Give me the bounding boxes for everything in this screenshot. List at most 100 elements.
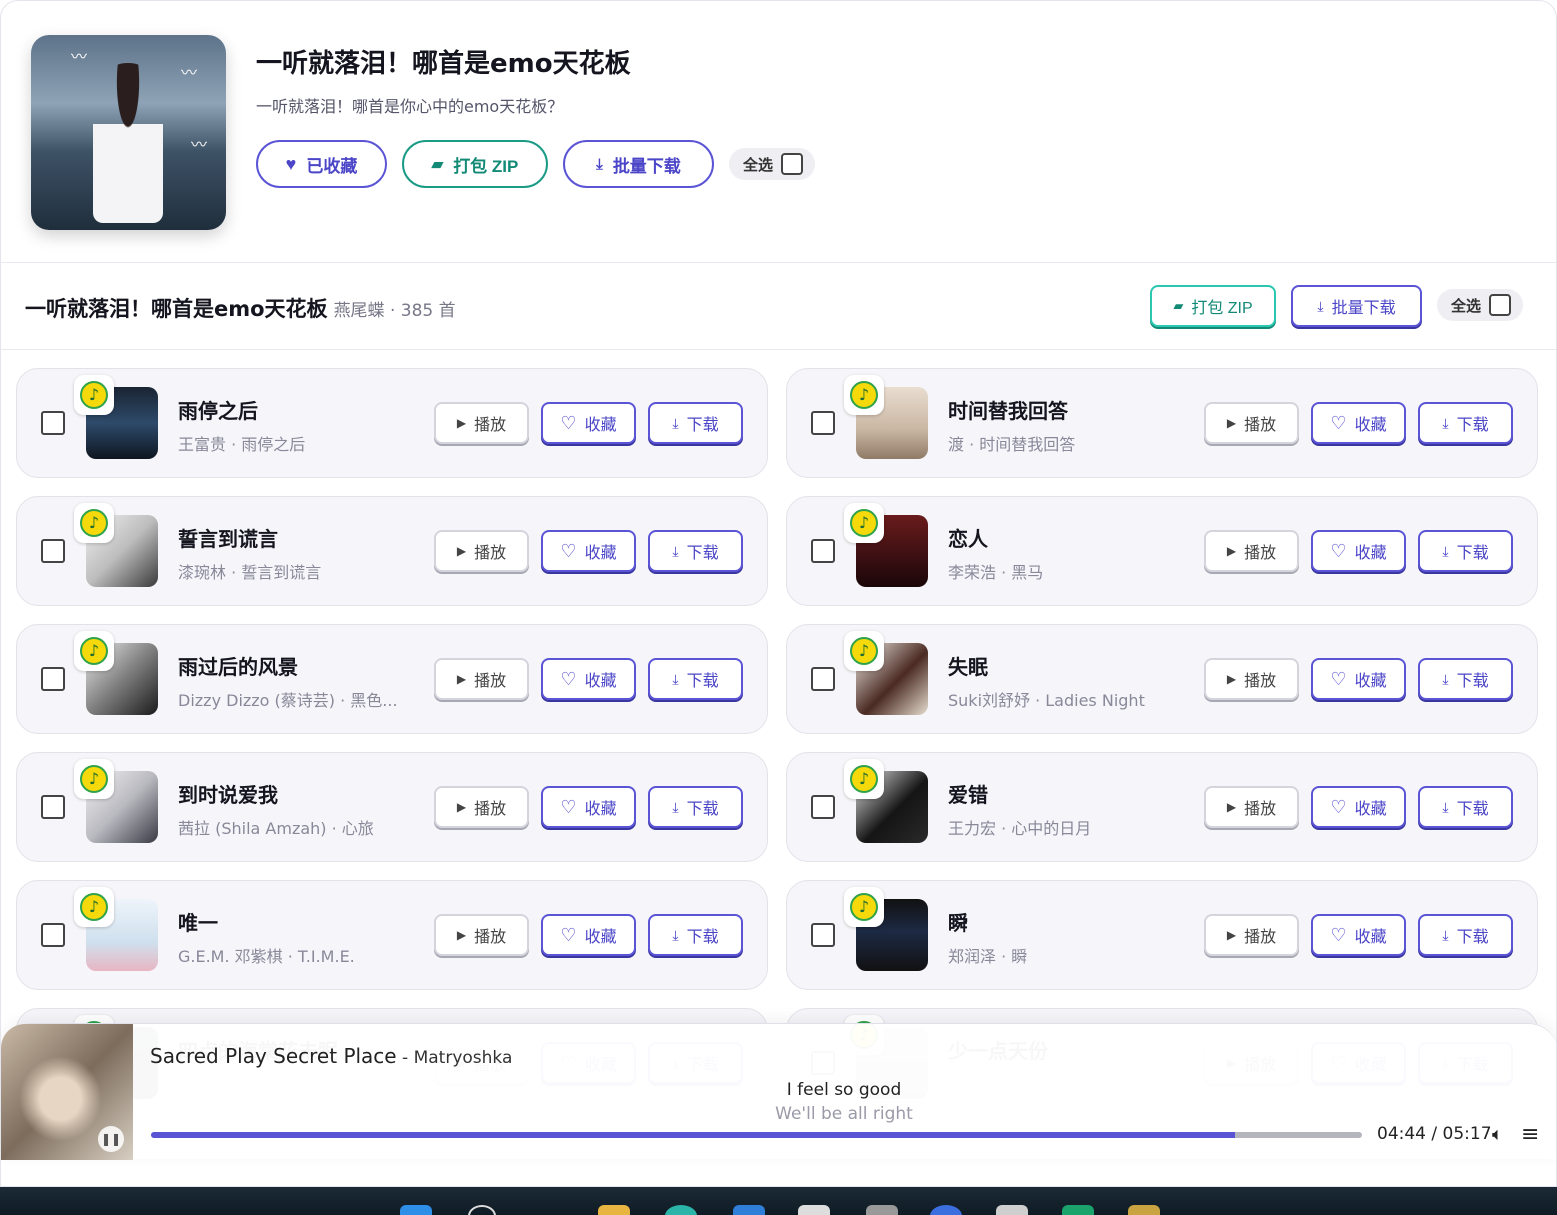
favorite-button[interactable]: ♡ 收藏: [1311, 914, 1406, 956]
play-icon: ▶: [1226, 544, 1237, 558]
playlist-menu-icon[interactable]: ≡: [1521, 1122, 1539, 1147]
section-batch-download-button[interactable]: ⤓ 批量下载: [1291, 285, 1422, 327]
play-button[interactable]: ▶ 播放: [434, 914, 529, 956]
file-explorer-icon[interactable]: [598, 1205, 630, 1215]
volume-icon[interactable]: 🔈︎: [1492, 1124, 1503, 1145]
song-card[interactable]: ♪ 失眠 Suki刘舒妤 · Ladies Night ▶ 播放 ♡ 收藏 ⤓ 下载: [786, 624, 1538, 734]
play-icon: ▶: [1226, 672, 1237, 686]
heart-outline-icon: ♡: [560, 668, 577, 689]
play-button[interactable]: ▶ 播放: [1204, 402, 1299, 444]
play-button[interactable]: ▶ 播放: [1204, 786, 1299, 828]
play-label: 播放: [1244, 929, 1277, 946]
song-card[interactable]: ♪ 雨过后的风景 Dizzy Dizzo (蔡诗芸) · 黑色... ▶ 播放 ♡ 收藏 ⤓ 下…: [16, 624, 768, 734]
song-checkbox[interactable]: [41, 539, 65, 563]
song-title: 时间替我回答: [948, 399, 1068, 423]
song-checkbox[interactable]: [811, 795, 835, 819]
batch-download-button[interactable]: ⤓ 批量下载: [563, 140, 714, 188]
favorite-button[interactable]: ♡ 收藏: [541, 786, 636, 828]
song-checkbox[interactable]: [811, 539, 835, 563]
song-title: 失眠: [948, 655, 988, 679]
play-button[interactable]: ▶ 播放: [434, 402, 529, 444]
download-button[interactable]: ⤓ 下载: [648, 530, 743, 572]
song-checkbox[interactable]: [41, 411, 65, 435]
heart-icon: ♥: [285, 153, 297, 174]
windows-start-icon[interactable]: [400, 1205, 432, 1215]
download-button[interactable]: ⤓ 下载: [648, 914, 743, 956]
song-card[interactable]: ♪ 雨停之后 王富贵 · 雨停之后 ▶ 播放 ♡ 收藏 ⤓ 下载: [16, 368, 768, 478]
download-button[interactable]: ⤓ 下载: [648, 402, 743, 444]
favorite-button[interactable]: ♡ 收藏: [541, 914, 636, 956]
song-checkbox[interactable]: [811, 667, 835, 691]
play-icon: ▶: [456, 672, 467, 686]
pause-icon[interactable]: ❚❚: [98, 1126, 124, 1152]
download-button[interactable]: ⤓ 下载: [1418, 658, 1513, 700]
song-title: 雨过后的风景: [178, 655, 298, 679]
download-button[interactable]: ⤓ 下载: [648, 786, 743, 828]
app-icon[interactable]: [996, 1205, 1028, 1215]
progress-bar[interactable]: [151, 1132, 1362, 1138]
select-all-checkbox[interactable]: [781, 153, 804, 175]
favorite-button[interactable]: ♡ 收藏: [541, 402, 636, 444]
app-icon[interactable]: [930, 1205, 962, 1215]
app-window: 〰 〰 〰 一听就落泪！哪首是emo天花板 一听就落泪！哪首是你心中的emo天花…: [0, 0, 1557, 1187]
song-card[interactable]: ♪ 瞬郑润泽 · 瞬 ▶ 播放 ♡ 收藏 ⤓ 下载: [786, 880, 1538, 990]
song-card[interactable]: ♪ 誓言到谎言 漆琬林 · 誓言到谎言 ▶ 播放 ♡ 收藏 ⤓ 下载: [16, 496, 768, 606]
favorite-button[interactable]: ♡ 收藏: [1311, 658, 1406, 700]
favorited-button[interactable]: ♥ 已收藏: [256, 140, 387, 188]
song-artist-album: Suki刘舒妤 · Ladies Night: [948, 691, 1145, 710]
app-icon[interactable]: [1062, 1205, 1094, 1215]
favorite-button[interactable]: ♡ 收藏: [1311, 530, 1406, 572]
favorite-label: 收藏: [584, 929, 617, 946]
download-label: 下载: [686, 417, 719, 434]
favorite-button[interactable]: ♡ 收藏: [541, 658, 636, 700]
song-checkbox[interactable]: [811, 411, 835, 435]
zip-button[interactable]: ▰ 打包 ZIP: [402, 140, 548, 188]
store-icon[interactable]: [733, 1205, 765, 1215]
search-icon[interactable]: [468, 1205, 496, 1215]
download-icon: ⤓: [672, 926, 679, 943]
qq-music-icon: ♪: [74, 631, 114, 671]
qq-music-icon: ♪: [74, 887, 114, 927]
play-label: 播放: [1244, 545, 1277, 562]
song-checkbox[interactable]: [41, 667, 65, 691]
heart-outline-icon: ♡: [560, 924, 577, 945]
section-select-all-checkbox[interactable]: [1489, 294, 1512, 316]
app-icon[interactable]: [866, 1205, 898, 1215]
app-icon[interactable]: [1128, 1205, 1160, 1215]
play-button[interactable]: ▶ 播放: [1204, 914, 1299, 956]
song-card[interactable]: ♪ 到时说爱我 茜拉 (Shila Amzah) · 心旅 ▶ 播放 ♡ 收藏 ⤓ 下载: [16, 752, 768, 862]
play-button[interactable]: ▶ 播放: [434, 658, 529, 700]
song-checkbox[interactable]: [41, 795, 65, 819]
song-checkbox[interactable]: [41, 923, 65, 947]
favorite-button[interactable]: ♡ 收藏: [1311, 786, 1406, 828]
download-button[interactable]: ⤓ 下载: [1418, 530, 1513, 572]
batch-download-label: 批量下载: [612, 156, 681, 176]
song-card[interactable]: ♪ 爱错 王力宏 · 心中的日月 ▶ 播放 ♡ 收藏 ⤓ 下载: [786, 752, 1538, 862]
download-button[interactable]: ⤓ 下载: [1418, 786, 1513, 828]
qq-music-icon: ♪: [74, 503, 114, 543]
song-artist-album: 王富贵 · 雨停之后: [178, 435, 306, 454]
song-card[interactable]: ♪ 时间替我回答渡 · 时间替我回答 ▶ 播放 ♡ 收藏 ⤓ 下载: [786, 368, 1538, 478]
play-label: 播放: [474, 417, 507, 434]
download-button[interactable]: ⤓ 下载: [648, 658, 743, 700]
select-all-toggle[interactable]: 全选: [729, 148, 816, 180]
song-card[interactable]: ♪ 唯一 G.E.M. 邓紫棋 · T.I.M.E. ▶ 播放 ♡ 收藏 ⤓ 下载: [16, 880, 768, 990]
play-button[interactable]: ▶ 播放: [1204, 530, 1299, 572]
section-zip-button[interactable]: ▰ 打包 ZIP: [1150, 285, 1276, 327]
song-checkbox[interactable]: [811, 923, 835, 947]
play-button[interactable]: ▶ 播放: [434, 786, 529, 828]
song-title: 誓言到谎言: [178, 527, 278, 551]
download-label: 下载: [1456, 929, 1489, 946]
song-artist-album: 茜拉 (Shila Amzah) · 心旅: [178, 819, 374, 838]
play-button[interactable]: ▶ 播放: [1204, 658, 1299, 700]
song-card[interactable]: ♪ 恋人 李荣浩 · 黑马 ▶ 播放 ♡ 收藏 ⤓ 下载: [786, 496, 1538, 606]
favorite-button[interactable]: ♡ 收藏: [1311, 402, 1406, 444]
favorite-label: 收藏: [584, 801, 617, 818]
download-button[interactable]: ⤓ 下载: [1418, 402, 1513, 444]
favorite-button[interactable]: ♡ 收藏: [541, 530, 636, 572]
play-button[interactable]: ▶ 播放: [434, 530, 529, 572]
section-select-all-toggle[interactable]: 全选: [1437, 289, 1524, 321]
app-icon[interactable]: [798, 1205, 830, 1215]
browser-icon[interactable]: [665, 1205, 697, 1215]
download-button[interactable]: ⤓ 下载: [1418, 914, 1513, 956]
